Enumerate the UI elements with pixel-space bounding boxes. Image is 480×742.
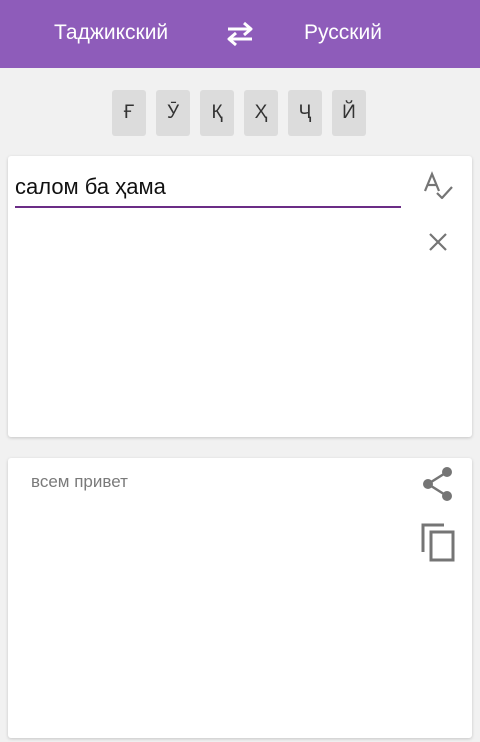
output-card: всем привет xyxy=(8,458,472,738)
key-q[interactable]: Қ xyxy=(200,90,234,136)
share-button[interactable] xyxy=(418,464,458,504)
source-text-input[interactable]: салом ба ҳама xyxy=(15,174,401,208)
translation-text: всем привет xyxy=(31,472,128,491)
special-characters-bar: Ғ Ӯ Қ Ҳ Ҷ Й xyxy=(112,90,366,136)
input-card: салом ба ҳама xyxy=(8,156,472,437)
key-u-macron[interactable]: Ӯ xyxy=(156,90,190,136)
key-h[interactable]: Ҳ xyxy=(244,90,278,136)
copy-button[interactable] xyxy=(418,522,458,562)
spellcheck-button[interactable] xyxy=(418,166,458,206)
copy-icon xyxy=(421,523,455,562)
target-language-selector[interactable]: Русский xyxy=(304,20,382,46)
key-ch[interactable]: Ҷ xyxy=(288,90,322,136)
clear-button[interactable] xyxy=(418,222,458,262)
source-language-selector[interactable]: Таджикский xyxy=(54,20,168,46)
key-gh[interactable]: Ғ xyxy=(112,90,146,136)
swap-languages-button[interactable] xyxy=(222,18,258,48)
spellcheck-icon xyxy=(423,171,453,200)
top-app-bar: Таджикский Русский xyxy=(0,0,480,68)
key-i-short[interactable]: Й xyxy=(332,90,366,136)
share-icon xyxy=(423,467,452,501)
close-icon xyxy=(429,233,447,251)
swap-arrows-icon xyxy=(227,21,253,47)
